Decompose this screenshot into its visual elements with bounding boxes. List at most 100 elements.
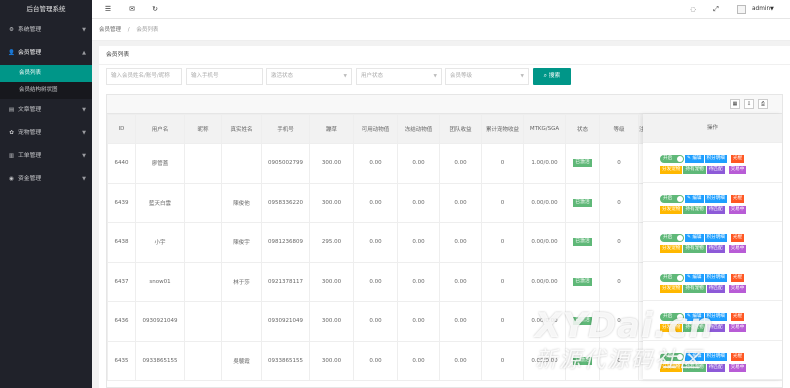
edit-label: 编辑 — [692, 195, 702, 201]
sidebar-item-1[interactable]: 👤 会员管理 ▲ — [0, 42, 92, 65]
refresh-icon[interactable]: ↻ — [149, 0, 161, 19]
pending-match-button[interactable]: 待匹配 — [706, 324, 725, 332]
score-detail-button[interactable]: 积分明细 — [704, 194, 727, 203]
trading-button[interactable]: 交易中 — [728, 245, 747, 253]
edit-button[interactable]: ✎ 编辑 — [685, 313, 704, 321]
blacklist-button[interactable]: 光棍 — [730, 194, 745, 203]
hold-pet-button[interactable]: 持有宠物 — [683, 245, 706, 253]
paw-icon: ✿ — [9, 130, 14, 136]
enable-toggle[interactable]: 开启 — [660, 234, 684, 242]
user-status-select[interactable]: 用户状态 ▼ — [356, 68, 442, 85]
cell-frozen: 0.00 — [397, 222, 440, 263]
score-detail-button[interactable]: 积分明细 — [704, 155, 727, 163]
cell-phone: 0921378117 — [261, 261, 310, 302]
sidebar-item-2[interactable]: ▤ 文章管理 ▼ — [0, 99, 92, 122]
share-pet-button[interactable]: 分发宠物 — [660, 284, 683, 293]
hold-pet-button[interactable]: 持有宠物 — [683, 166, 706, 174]
column-header: 团队收益 — [439, 114, 482, 144]
sidebar-item-5[interactable]: ◉ 资金管理 ▼ — [0, 168, 92, 191]
activate-status-select[interactable]: 激活状态 ▼ — [266, 68, 352, 85]
score-detail-button[interactable]: 积分明细 — [704, 313, 727, 321]
enable-toggle[interactable]: 开启 — [660, 352, 684, 361]
member-level-select[interactable]: 会员等级 ▼ — [445, 68, 529, 85]
cell-id: 6438 — [107, 222, 136, 263]
hold-pet-button[interactable]: 持有宠物 — [683, 363, 706, 372]
share-pet-button[interactable]: 分发宠物 — [660, 324, 683, 332]
cell-frozen: 0.00 — [397, 143, 440, 184]
edit-label: 编辑 — [692, 353, 702, 359]
columns-filter-icon[interactable]: ▦ — [730, 99, 740, 109]
edit-button[interactable]: ✎ 编辑 — [685, 234, 704, 242]
blacklist-button[interactable]: 光棍 — [730, 155, 745, 163]
trading-button[interactable]: 交易中 — [728, 284, 747, 293]
sidebar-item-0[interactable]: ⚙ 系统管理 ▼ — [0, 19, 92, 42]
score-detail-button[interactable]: 积分明细 — [704, 352, 727, 361]
breadcrumb-parent[interactable]: 会员管理 — [99, 27, 121, 33]
trading-button[interactable]: 交易中 — [728, 205, 747, 214]
export-icon[interactable]: ⇩ — [744, 99, 754, 109]
sidebar-item-3[interactable]: ✿ 宠物管理 ▼ — [0, 122, 92, 145]
column-header: 冻结动物值 — [397, 114, 440, 144]
cell-phone: 0930921049 — [261, 301, 310, 342]
phone-input[interactable]: 输入手机号 — [186, 68, 263, 85]
hold-pet-button[interactable]: 持有宠物 — [683, 205, 706, 214]
pending-match-button[interactable]: 待匹配 — [706, 284, 725, 293]
trading-button[interactable]: 交易中 — [728, 324, 747, 332]
cell-beng: 300.00 — [309, 261, 354, 302]
member-search-input[interactable]: 输入会员姓名/账号/昵称 — [106, 68, 182, 85]
message-icon[interactable]: ✉ — [126, 0, 138, 19]
hold-pet-button[interactable]: 持有宠物 — [683, 284, 706, 293]
cell-status: 已激活 — [565, 143, 600, 184]
pending-match-button[interactable]: 待匹配 — [706, 245, 725, 253]
sidebar-subitem-1[interactable]: 会员结构树状图 — [0, 82, 92, 99]
blacklist-button[interactable]: 光棍 — [730, 352, 745, 361]
fullscreen-icon[interactable]: ⤢ — [710, 0, 722, 19]
chevron-up-icon: ▲ — [82, 50, 86, 56]
cell-beng: 300.00 — [309, 182, 354, 223]
sidebar-subitem-0[interactable]: 会员列表 — [0, 65, 92, 82]
pending-match-button[interactable]: 待匹配 — [706, 363, 725, 372]
sidebar-item-4[interactable]: ▥ 工单管理 ▼ — [0, 145, 92, 168]
share-pet-button[interactable]: 分发宠物 — [660, 166, 683, 174]
pending-match-button[interactable]: 待匹配 — [706, 205, 725, 214]
edit-button[interactable]: ✎ 编辑 — [685, 273, 704, 282]
breadcrumb-current: 会员列表 — [136, 27, 159, 33]
edit-button[interactable]: ✎ 编辑 — [685, 194, 704, 203]
print-icon[interactable]: ⎙ — [758, 99, 768, 109]
column-header: ID — [107, 114, 136, 144]
cell-pet: 0 — [481, 222, 524, 263]
share-pet-button[interactable]: 分发宠物 — [660, 205, 683, 214]
enable-toggle[interactable]: 开启 — [660, 194, 684, 203]
actions-cell: 开启 ✎ 编辑 积分明细 光棍分发宠物 持有宠物 待匹配 交易中 — [643, 341, 782, 380]
cell-pet: 0 — [481, 301, 524, 342]
blacklist-button[interactable]: 光棍 — [730, 313, 745, 321]
blacklist-button[interactable]: 光棍 — [730, 273, 745, 282]
cell-pet: 0 — [481, 340, 524, 381]
avatar[interactable] — [737, 5, 746, 14]
cell-nickname — [184, 222, 222, 263]
edit-button[interactable]: ✎ 编辑 — [685, 352, 704, 361]
edit-button[interactable]: ✎ 编辑 — [685, 155, 704, 163]
user-name[interactable]: admin — [752, 0, 770, 19]
score-detail-button[interactable]: 积分明细 — [704, 234, 727, 242]
search-button[interactable]: ⌕ 搜索 — [533, 68, 571, 85]
pending-match-button[interactable]: 待匹配 — [706, 166, 725, 174]
cell-level: 0 — [599, 182, 639, 223]
column-header: 用户名 — [135, 114, 185, 144]
member-level-placeholder: 会员等级 — [450, 73, 473, 79]
column-header: 真实姓名 — [221, 114, 262, 144]
score-detail-button[interactable]: 积分明细 — [704, 273, 727, 282]
theme-icon[interactable]: ◌ — [687, 0, 699, 19]
menu-toggle-icon[interactable]: ☰ — [102, 0, 114, 19]
share-pet-button[interactable]: 分发宠物 — [660, 245, 683, 253]
blacklist-button[interactable]: 光棍 — [730, 234, 745, 242]
hold-pet-button[interactable]: 持有宠物 — [683, 324, 706, 332]
enable-toggle[interactable]: 开启 — [660, 155, 684, 163]
trading-button[interactable]: 交易中 — [728, 363, 747, 372]
trading-button[interactable]: 交易中 — [728, 166, 747, 174]
caret-down-icon[interactable]: ▼ — [770, 0, 774, 19]
enable-toggle[interactable]: 开启 — [660, 273, 684, 282]
cell-username: snow01 — [135, 261, 185, 302]
share-pet-button[interactable]: 分发宠物 — [660, 363, 683, 372]
enable-toggle[interactable]: 开启 — [660, 313, 684, 321]
